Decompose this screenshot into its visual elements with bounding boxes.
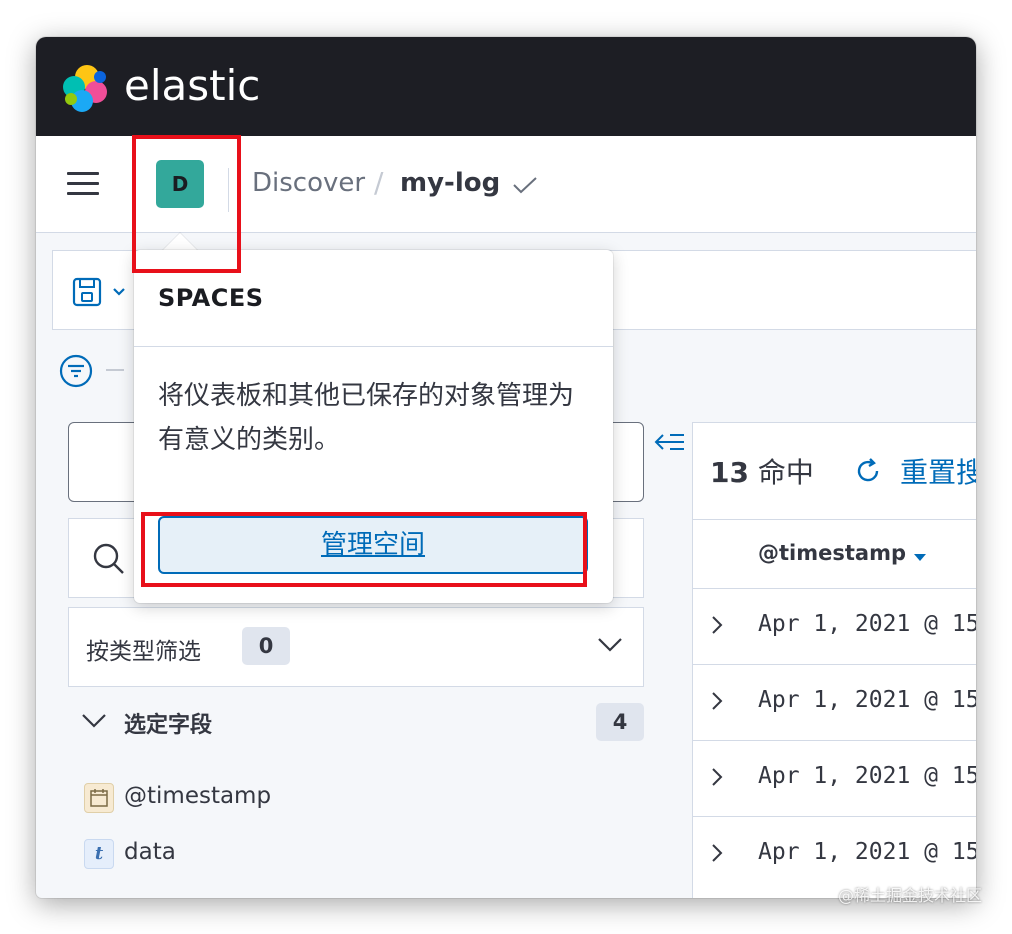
watermark: @稀土掘金技术社区: [837, 886, 982, 905]
results-divider: [692, 519, 976, 520]
popover-divider: [134, 346, 613, 347]
selected-fields-count-badge: 4: [596, 703, 644, 741]
type-filter-label: 按类型筛选: [86, 639, 201, 665]
selected-fields-label[interactable]: 选定字段: [124, 707, 212, 739]
header-bar: D Discover / my-log: [36, 136, 976, 233]
calendar-icon: [84, 783, 114, 813]
field-name: data: [124, 839, 176, 865]
sort-desc-icon[interactable]: [914, 554, 926, 561]
hits-number: 13: [710, 456, 749, 489]
chevron-down-icon[interactable]: [596, 635, 624, 659]
chevron-right-icon[interactable]: [710, 767, 724, 791]
popover-title: SPACES: [158, 284, 264, 312]
breadcrumb-discover[interactable]: Discover: [252, 168, 365, 198]
filter-divider: [106, 369, 124, 371]
top-bar: elastic: [36, 37, 976, 136]
chevron-right-icon[interactable]: [710, 691, 724, 715]
space-avatar-button[interactable]: D: [156, 160, 204, 208]
hits-label: 命中: [757, 456, 814, 489]
refresh-icon[interactable]: [854, 457, 882, 489]
filter-icon[interactable]: [58, 353, 94, 393]
save-query-icon[interactable]: [72, 277, 132, 311]
brand-name: elastic: [124, 61, 261, 110]
row-timestamp: Apr 1, 2021 @ 15: [758, 839, 976, 865]
search-icon: [92, 542, 126, 580]
header-divider: [228, 168, 229, 212]
spaces-popover: SPACES 将仪表板和其他已保存的对象管理为有意义的类别。 管理空间: [134, 250, 613, 603]
app-window: elastic D Discover / my-log 按类型筛选 0 选定字段…: [36, 37, 976, 898]
elastic-logo-icon[interactable]: [60, 63, 110, 117]
menu-icon[interactable]: [67, 172, 99, 196]
row-timestamp: Apr 1, 2021 @ 15: [758, 763, 976, 789]
table-row[interactable]: Apr 1, 2021 @ 15: [692, 588, 976, 665]
breadcrumb-current: my-log: [400, 168, 501, 198]
collapse-sidebar-icon[interactable]: [652, 429, 686, 459]
popover-arrow: [162, 233, 198, 251]
type-filter-count-badge: 0: [242, 627, 290, 665]
field-name: @timestamp: [124, 783, 272, 809]
reset-search-link[interactable]: 重置搜: [900, 451, 976, 491]
text-type-icon: t: [84, 839, 114, 869]
table-row[interactable]: Apr 1, 2021 @ 15: [692, 664, 976, 741]
table-row[interactable]: Apr 1, 2021 @ 15: [692, 740, 976, 817]
popover-description: 将仪表板和其他已保存的对象管理为有意义的类别。: [158, 381, 575, 455]
chevron-right-icon[interactable]: [710, 615, 724, 639]
manage-spaces-button[interactable]: 管理空间: [158, 516, 588, 574]
hits-count: 13 命中: [710, 451, 814, 491]
selected-fields-chevron-icon[interactable]: [80, 711, 108, 735]
check-icon: [510, 170, 540, 204]
breadcrumb-separator: /: [374, 166, 384, 199]
row-timestamp: Apr 1, 2021 @ 15: [758, 687, 976, 713]
chevron-right-icon[interactable]: [710, 843, 724, 867]
column-header-timestamp[interactable]: @timestamp: [758, 541, 906, 565]
row-timestamp: Apr 1, 2021 @ 15: [758, 611, 976, 637]
